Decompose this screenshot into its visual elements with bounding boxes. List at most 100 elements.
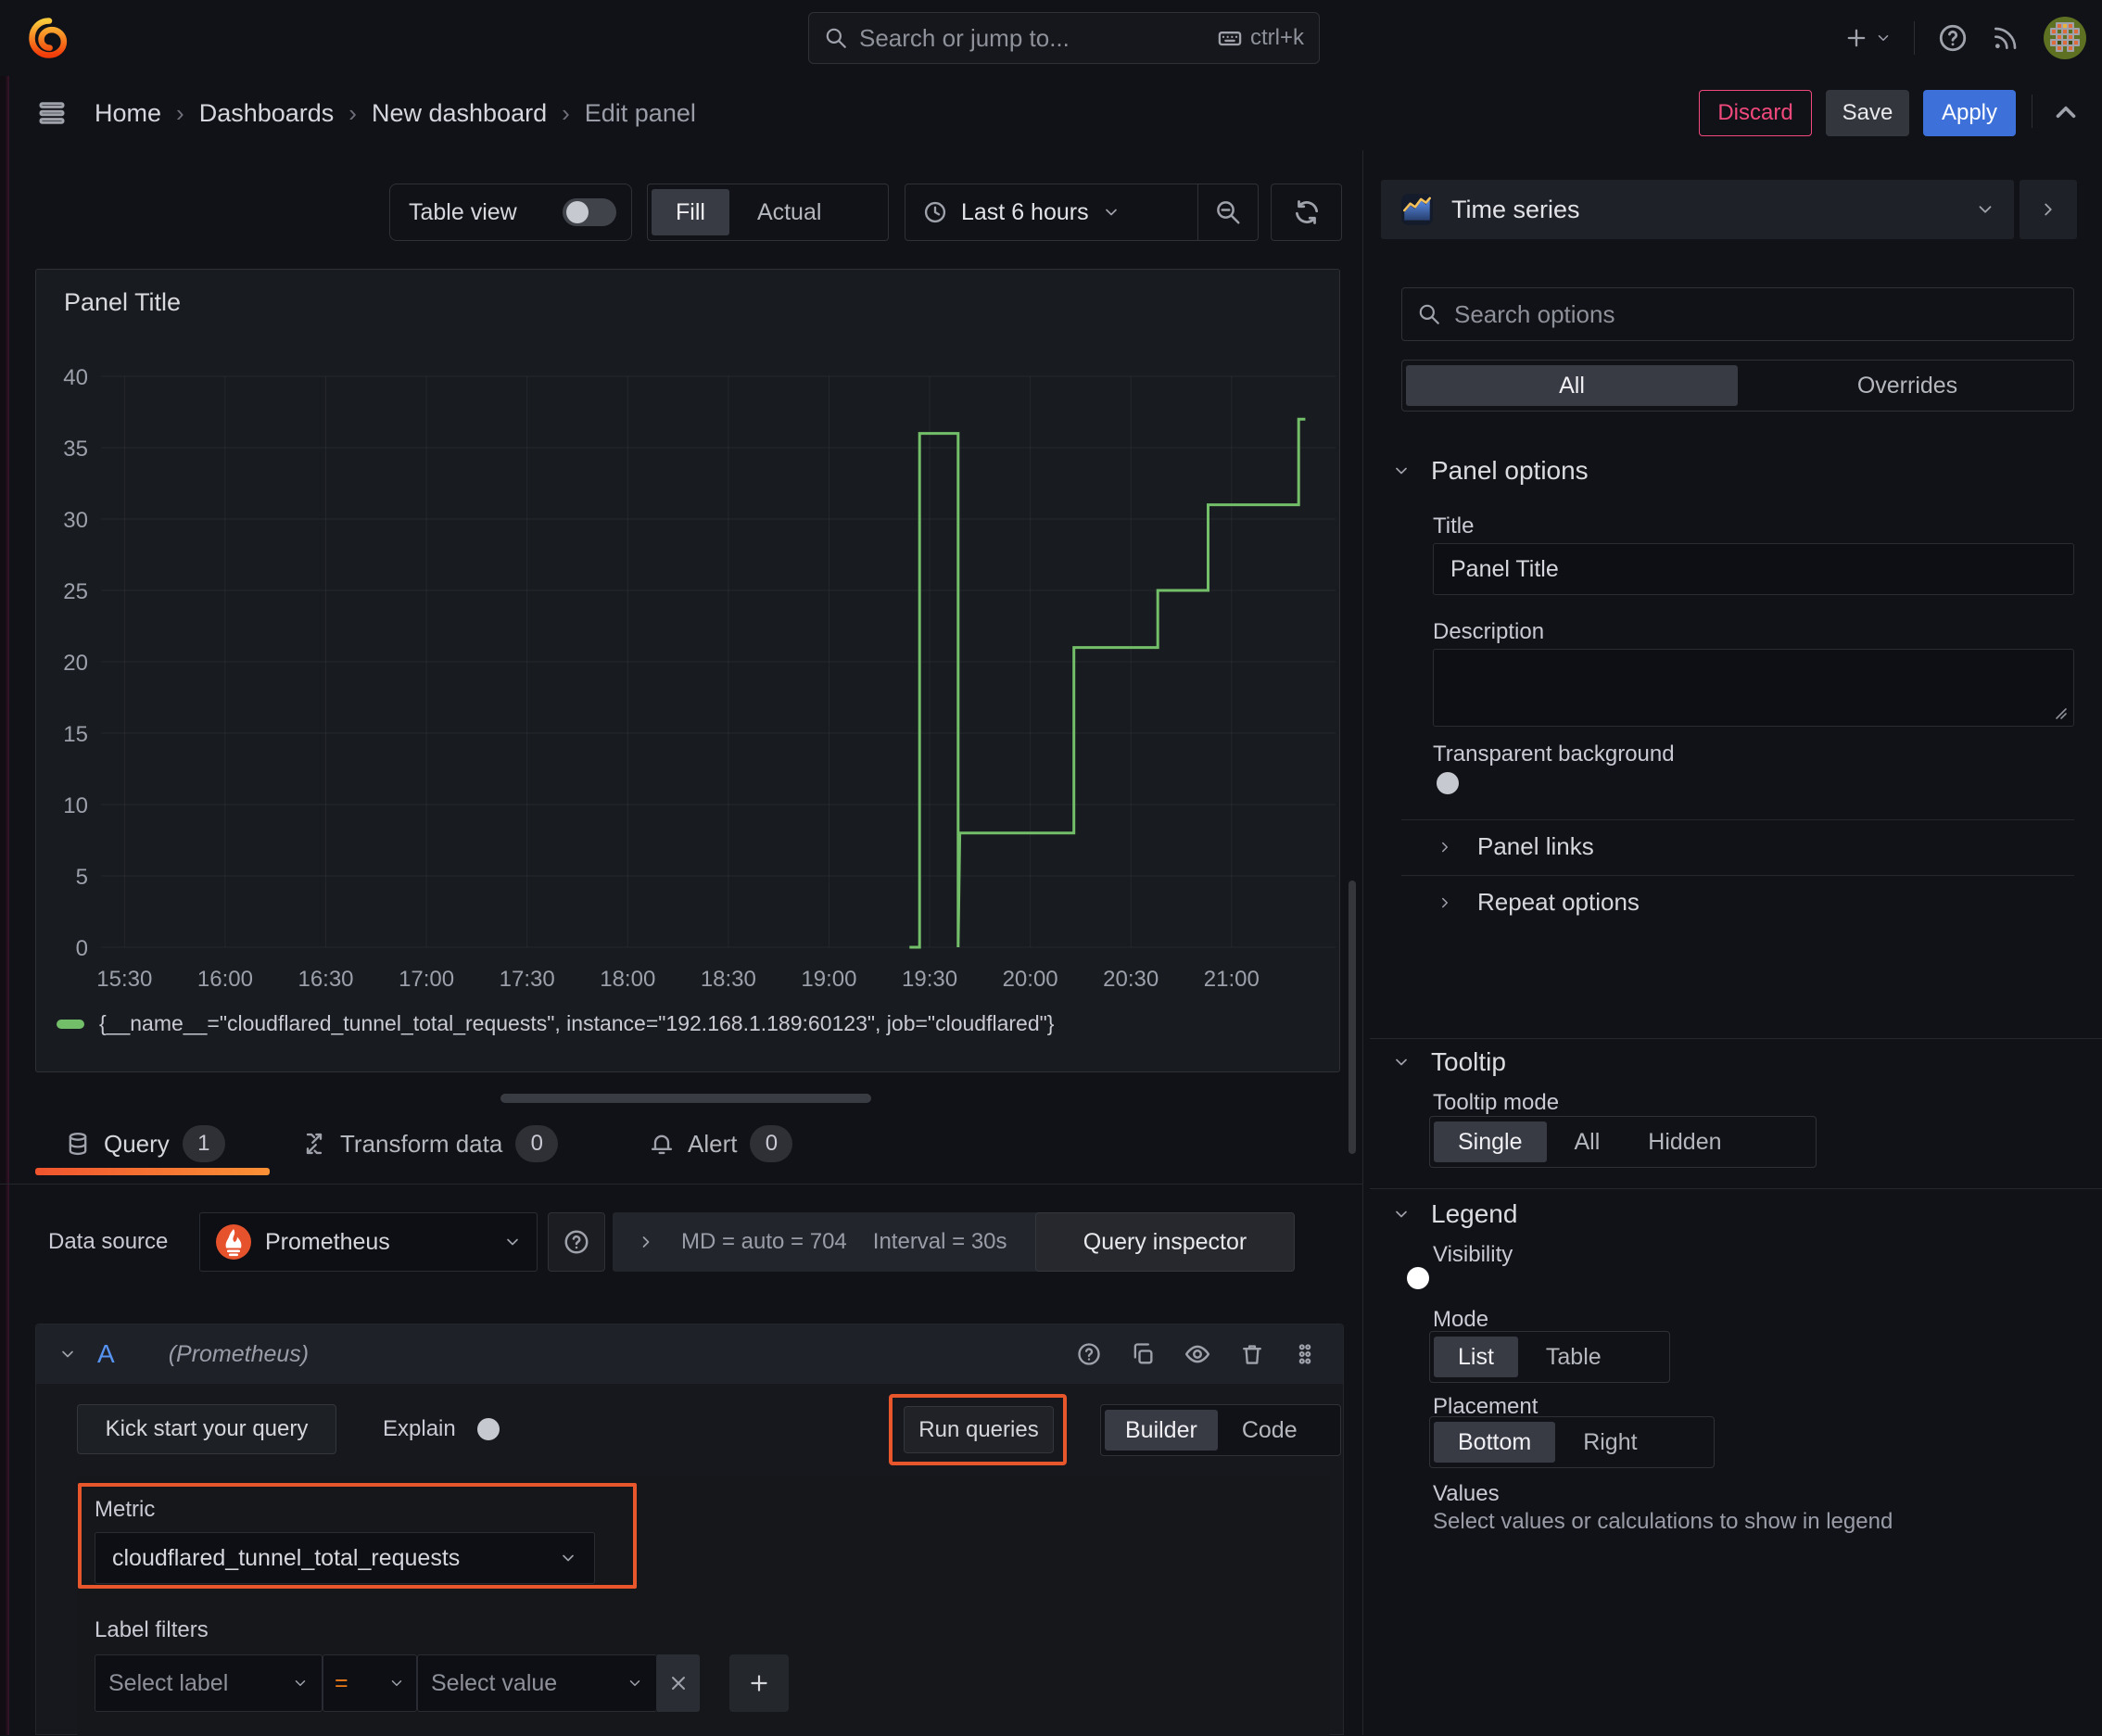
title-label: Title [1433,513,1475,539]
topbar-divider [1914,21,1915,55]
duplicate-query-icon[interactable] [1130,1341,1156,1367]
select-value-dropdown[interactable]: Select value [417,1654,657,1712]
options-pane-border [1362,150,1363,1735]
search-options-input[interactable]: Search options [1401,287,2074,341]
legend-placement-bottom[interactable]: Bottom [1434,1422,1556,1463]
legend-series-label[interactable]: {__name__="cloudflared_tunnel_total_requ… [99,1011,1054,1036]
section-divider [1370,1038,2102,1039]
kick-start-query-button[interactable]: Kick start your query [77,1404,336,1454]
fill-option[interactable]: Fill [652,189,729,235]
select-label-dropdown[interactable]: Select label [95,1654,323,1712]
vertical-scrollbar-thumb[interactable] [1349,881,1356,1154]
global-search-input[interactable]: Search or jump to... ctrl+k [808,12,1320,64]
datasource-picker[interactable]: Prometheus [199,1212,538,1272]
delete-query-trash-icon[interactable] [1239,1341,1265,1367]
pane-resize-handle[interactable] [500,1094,871,1103]
legend-header[interactable]: Legend [1392,1199,1517,1229]
query-options-collapsed[interactable]: MD = auto = 704 Interval = 30s [613,1212,1048,1272]
collapse-query-chevron-icon[interactable] [58,1345,77,1363]
breadcrumb-separator: › [176,98,184,127]
svg-text:15:30: 15:30 [96,967,152,992]
transform-icon [301,1131,327,1157]
tooltip-header[interactable]: Tooltip [1392,1047,1506,1077]
tab-all[interactable]: All [1406,365,1738,406]
legend-mode-table[interactable]: Table [1522,1332,1626,1382]
svg-text:16:00: 16:00 [197,967,253,992]
discard-button[interactable]: Discard [1699,90,1812,136]
repeat-options-section[interactable]: Repeat options [1437,888,1640,917]
collapse-header-chevron-up-icon[interactable] [2050,96,2082,128]
tab-query[interactable]: Query 1 [65,1117,225,1171]
svg-text:10: 10 [63,793,88,818]
shortcut-hint: ctrl+k [1217,25,1304,51]
panel-links-section[interactable]: Panel links [1437,832,1594,861]
query-row-header[interactable]: A (Prometheus) [36,1324,1343,1384]
actual-option[interactable]: Actual [733,184,845,240]
chevron-down-icon [1392,1205,1411,1223]
svg-text:0: 0 [76,936,88,961]
tooltip-single[interactable]: Single [1434,1121,1547,1162]
breadcrumb-new-dashboard[interactable]: New dashboard [372,99,547,128]
tooltip-mode-label: Tooltip mode [1433,1090,1560,1115]
refresh-button[interactable] [1271,184,1342,241]
tab-alert[interactable]: Alert 0 [649,1117,793,1171]
code-option[interactable]: Code [1222,1405,1318,1455]
drag-handle-icon[interactable] [1293,1342,1317,1366]
news-rss-icon[interactable] [1991,23,2020,53]
time-range-picker[interactable]: Last 6 hours [905,184,1197,240]
explain-label: Explain [383,1416,456,1441]
divider [1401,819,2074,820]
svg-text:17:30: 17:30 [500,967,555,992]
zoom-out-button[interactable] [1198,184,1258,240]
time-range-label: Last 6 hours [961,198,1089,225]
add-filter-button[interactable] [729,1654,789,1712]
panel-preview-title[interactable]: Panel Title [64,288,181,317]
panel-options-header[interactable]: Panel options [1392,456,1589,486]
tooltip-hidden[interactable]: Hidden [1624,1117,1745,1167]
tab-transform-data[interactable]: Transform data 0 [301,1117,559,1171]
tab-overrides[interactable]: Overrides [1741,361,2073,411]
breadcrumb-dashboards[interactable]: Dashboards [199,99,335,128]
timeseries-chart[interactable]: 0 5 10 15 20 25 30 35 40 15:30 16:00 16:30 17:00 17:3… [36,335,1337,1007]
breadcrumb-home[interactable]: Home [95,99,161,128]
chart-legend[interactable]: {__name__="cloudflared_tunnel_total_requ… [57,1011,1054,1036]
metric-label: Metric [95,1497,156,1522]
tooltip-all[interactable]: All [1551,1117,1625,1167]
query-help-icon[interactable] [1076,1341,1102,1367]
table-view-control: Table view [389,184,632,241]
collapse-options-button[interactable] [2020,180,2077,239]
table-view-toggle[interactable] [563,198,616,226]
legend-mode-label: Mode [1433,1307,1489,1332]
apply-button[interactable]: Apply [1923,90,2016,136]
panel-options-pane: Time series Search options All Overrides… [1370,150,2102,1735]
remove-filter-button[interactable] [657,1654,700,1712]
visualization-picker[interactable]: Time series [1381,180,2014,239]
save-button[interactable]: Save [1826,90,1909,136]
grafana-logo-icon[interactable] [26,15,72,61]
transparent-background-label: Transparent background [1433,741,1675,767]
svg-text:18:30: 18:30 [701,967,756,992]
metric-select[interactable]: cloudflared_tunnel_total_requests [95,1532,595,1584]
new-dashboard-plus-icon[interactable] [1843,25,1892,51]
visibility-label: Visibility [1433,1242,1513,1267]
hide-query-eye-icon[interactable] [1184,1340,1211,1368]
legend-placement-right[interactable]: Right [1559,1417,1661,1467]
datasource-name: Prometheus [265,1228,390,1255]
table-view-label: Table view [409,198,517,225]
menu-icon[interactable] [35,96,69,130]
title-input[interactable]: Panel Title [1433,543,2074,595]
description-textarea[interactable] [1433,649,2074,727]
avatar[interactable] [2043,16,2087,60]
operator-dropdown[interactable]: = [323,1654,417,1712]
query-editor-card: A (Prometheus) Kick start your query Exp… [35,1324,1344,1736]
timeseries-viz-icon [1399,192,1435,227]
legend-mode-list[interactable]: List [1434,1337,1518,1377]
legend-values-label: Values [1433,1481,1500,1506]
run-queries-button[interactable]: Run queries [904,1406,1054,1453]
question-circle-icon [563,1228,590,1256]
builder-option[interactable]: Builder [1105,1410,1218,1451]
svg-text:16:30: 16:30 [298,967,353,992]
datasource-help-button[interactable] [548,1212,605,1272]
query-inspector-button[interactable]: Query inspector [1035,1212,1295,1272]
help-icon[interactable] [1937,22,1969,54]
